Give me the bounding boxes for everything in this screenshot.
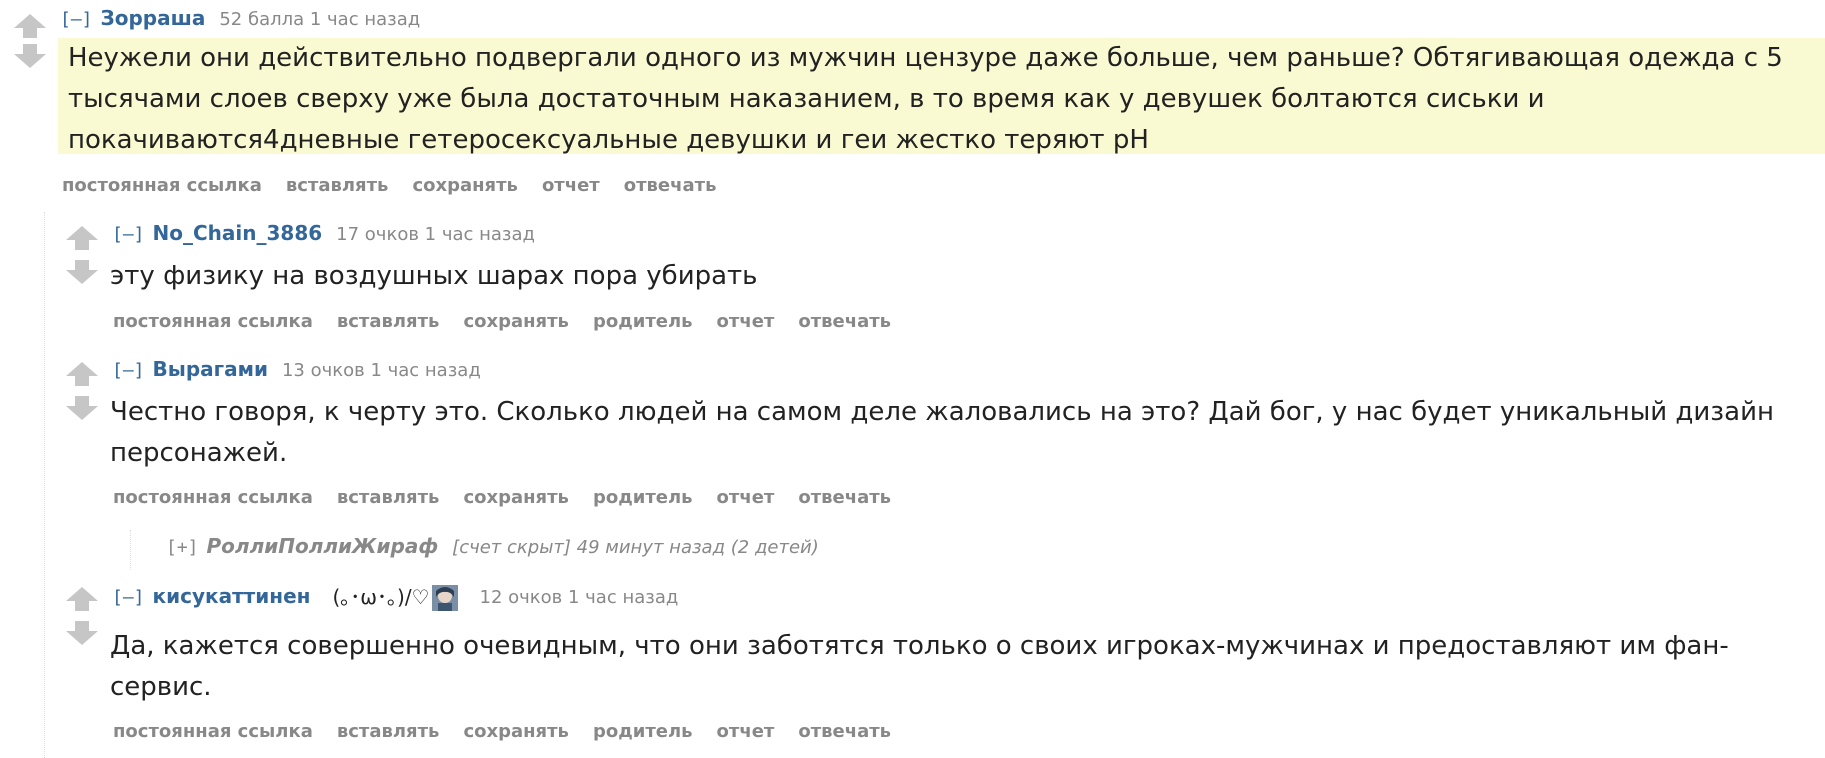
comment-buttons: постоянная ссылка вставлять сохранять родит… — [113, 486, 915, 510]
reply-button[interactable]: отвечать — [798, 311, 891, 332]
comment-tagline: [–] Зорраша 52 балла 1 час назад — [60, 6, 420, 32]
comment-author[interactable]: РоллиПоллиЖираф — [207, 534, 439, 558]
comment-buttons: постоянная ссылка вставлять сохранять родит… — [113, 720, 915, 744]
embed-button[interactable]: вставлять — [337, 311, 440, 332]
avatar-icon — [431, 585, 458, 612]
collapsed-comment: [+] РоллиПоллиЖираф [счет скрыт] 49 минут … — [166, 534, 819, 558]
parent-button[interactable]: родитель — [593, 311, 693, 332]
save-button[interactable]: сохранять — [412, 175, 518, 196]
comment-tagline: [–] кисукаттинен (｡･ω･｡)/♡ 12 очков 1 час н… — [112, 584, 679, 612]
downvote-arrow-icon[interactable] — [64, 258, 100, 286]
comment-author[interactable]: Зорраша — [101, 6, 206, 30]
collapse-toggle[interactable]: [–] — [112, 587, 145, 608]
embed-button[interactable]: вставлять — [337, 487, 440, 508]
comment-body: Честно говоря, к черту это. Сколько люде… — [110, 397, 1774, 468]
comment-author[interactable]: кисукаттинен — [153, 584, 311, 608]
expand-toggle[interactable]: [+] — [166, 537, 199, 558]
comment-score-time: [счет скрыт] 49 минут назад (2 детей) — [452, 537, 819, 558]
comment-author[interactable]: No_Chain_3886 — [153, 221, 323, 245]
comment-score-time: 12 очков 1 час назад — [479, 587, 679, 608]
upvote-arrow-icon[interactable] — [64, 585, 100, 613]
downvote-arrow-icon[interactable] — [64, 394, 100, 422]
comment-tagline: [–] Вырагами 13 очков 1 час назад — [112, 357, 481, 383]
embed-button[interactable]: вставлять — [337, 721, 440, 742]
comment-body: эту физику на воздушных шарах пора убира… — [110, 261, 758, 291]
embed-button[interactable]: вставлять — [286, 175, 389, 196]
report-button[interactable]: отчет — [717, 721, 775, 742]
report-button[interactable]: отчет — [717, 487, 775, 508]
reply-button[interactable]: отвечать — [798, 721, 891, 742]
parent-button[interactable]: родитель — [593, 487, 693, 508]
permalink-button[interactable]: постоянная ссылка — [113, 487, 313, 508]
comment-buttons: постоянная ссылка вставлять сохранять родит… — [113, 310, 915, 334]
permalink-button[interactable]: постоянная ссылка — [113, 311, 313, 332]
upvote-arrow-icon[interactable] — [64, 224, 100, 252]
reply-button[interactable]: отвечать — [624, 175, 717, 196]
comment-thread: [–] Зорраша 52 балла 1 час назад Неужели о… — [0, 0, 1825, 758]
comment-body: Неужели они действительно подвергали одн… — [58, 38, 1825, 155]
permalink-button[interactable]: постоянная ссылка — [113, 721, 313, 742]
user-flair: (｡･ω･｡)/♡ — [332, 584, 458, 612]
permalink-button[interactable]: постоянная ссылка — [62, 175, 262, 196]
comment-score-time: 13 очков 1 час назад — [281, 360, 481, 381]
collapse-toggle[interactable]: [–] — [112, 224, 145, 245]
upvote-arrow-icon[interactable] — [12, 12, 48, 40]
flair-text: (｡･ω･｡)/♡ — [332, 584, 430, 609]
save-button[interactable]: сохранять — [463, 311, 569, 332]
comment-author[interactable]: Вырагами — [153, 357, 268, 381]
comment-score-time: 52 балла 1 час назад — [219, 9, 421, 30]
downvote-arrow-icon[interactable] — [64, 619, 100, 647]
comment-buttons: постоянная ссылка вставлять сохранять отчет… — [62, 174, 740, 198]
downvote-arrow-icon[interactable] — [12, 42, 48, 70]
comment-tagline: [–] No_Chain_3886 17 очков 1 час назад — [112, 221, 535, 247]
collapse-toggle[interactable]: [–] — [112, 360, 145, 381]
child-thread-line — [44, 212, 45, 758]
collapse-toggle[interactable]: [–] — [60, 9, 93, 30]
comment-score-time: 17 очков 1 час назад — [336, 224, 535, 245]
report-button[interactable]: отчет — [717, 311, 775, 332]
reply-button[interactable]: отвечать — [798, 487, 891, 508]
report-button[interactable]: отчет — [542, 175, 600, 196]
comment-body: Да, кажется совершенно очевидным, что он… — [110, 631, 1729, 702]
save-button[interactable]: сохранять — [463, 487, 569, 508]
collapsed-thread-line — [130, 530, 131, 570]
save-button[interactable]: сохранять — [463, 721, 569, 742]
upvote-arrow-icon[interactable] — [64, 360, 100, 388]
parent-button[interactable]: родитель — [593, 721, 693, 742]
